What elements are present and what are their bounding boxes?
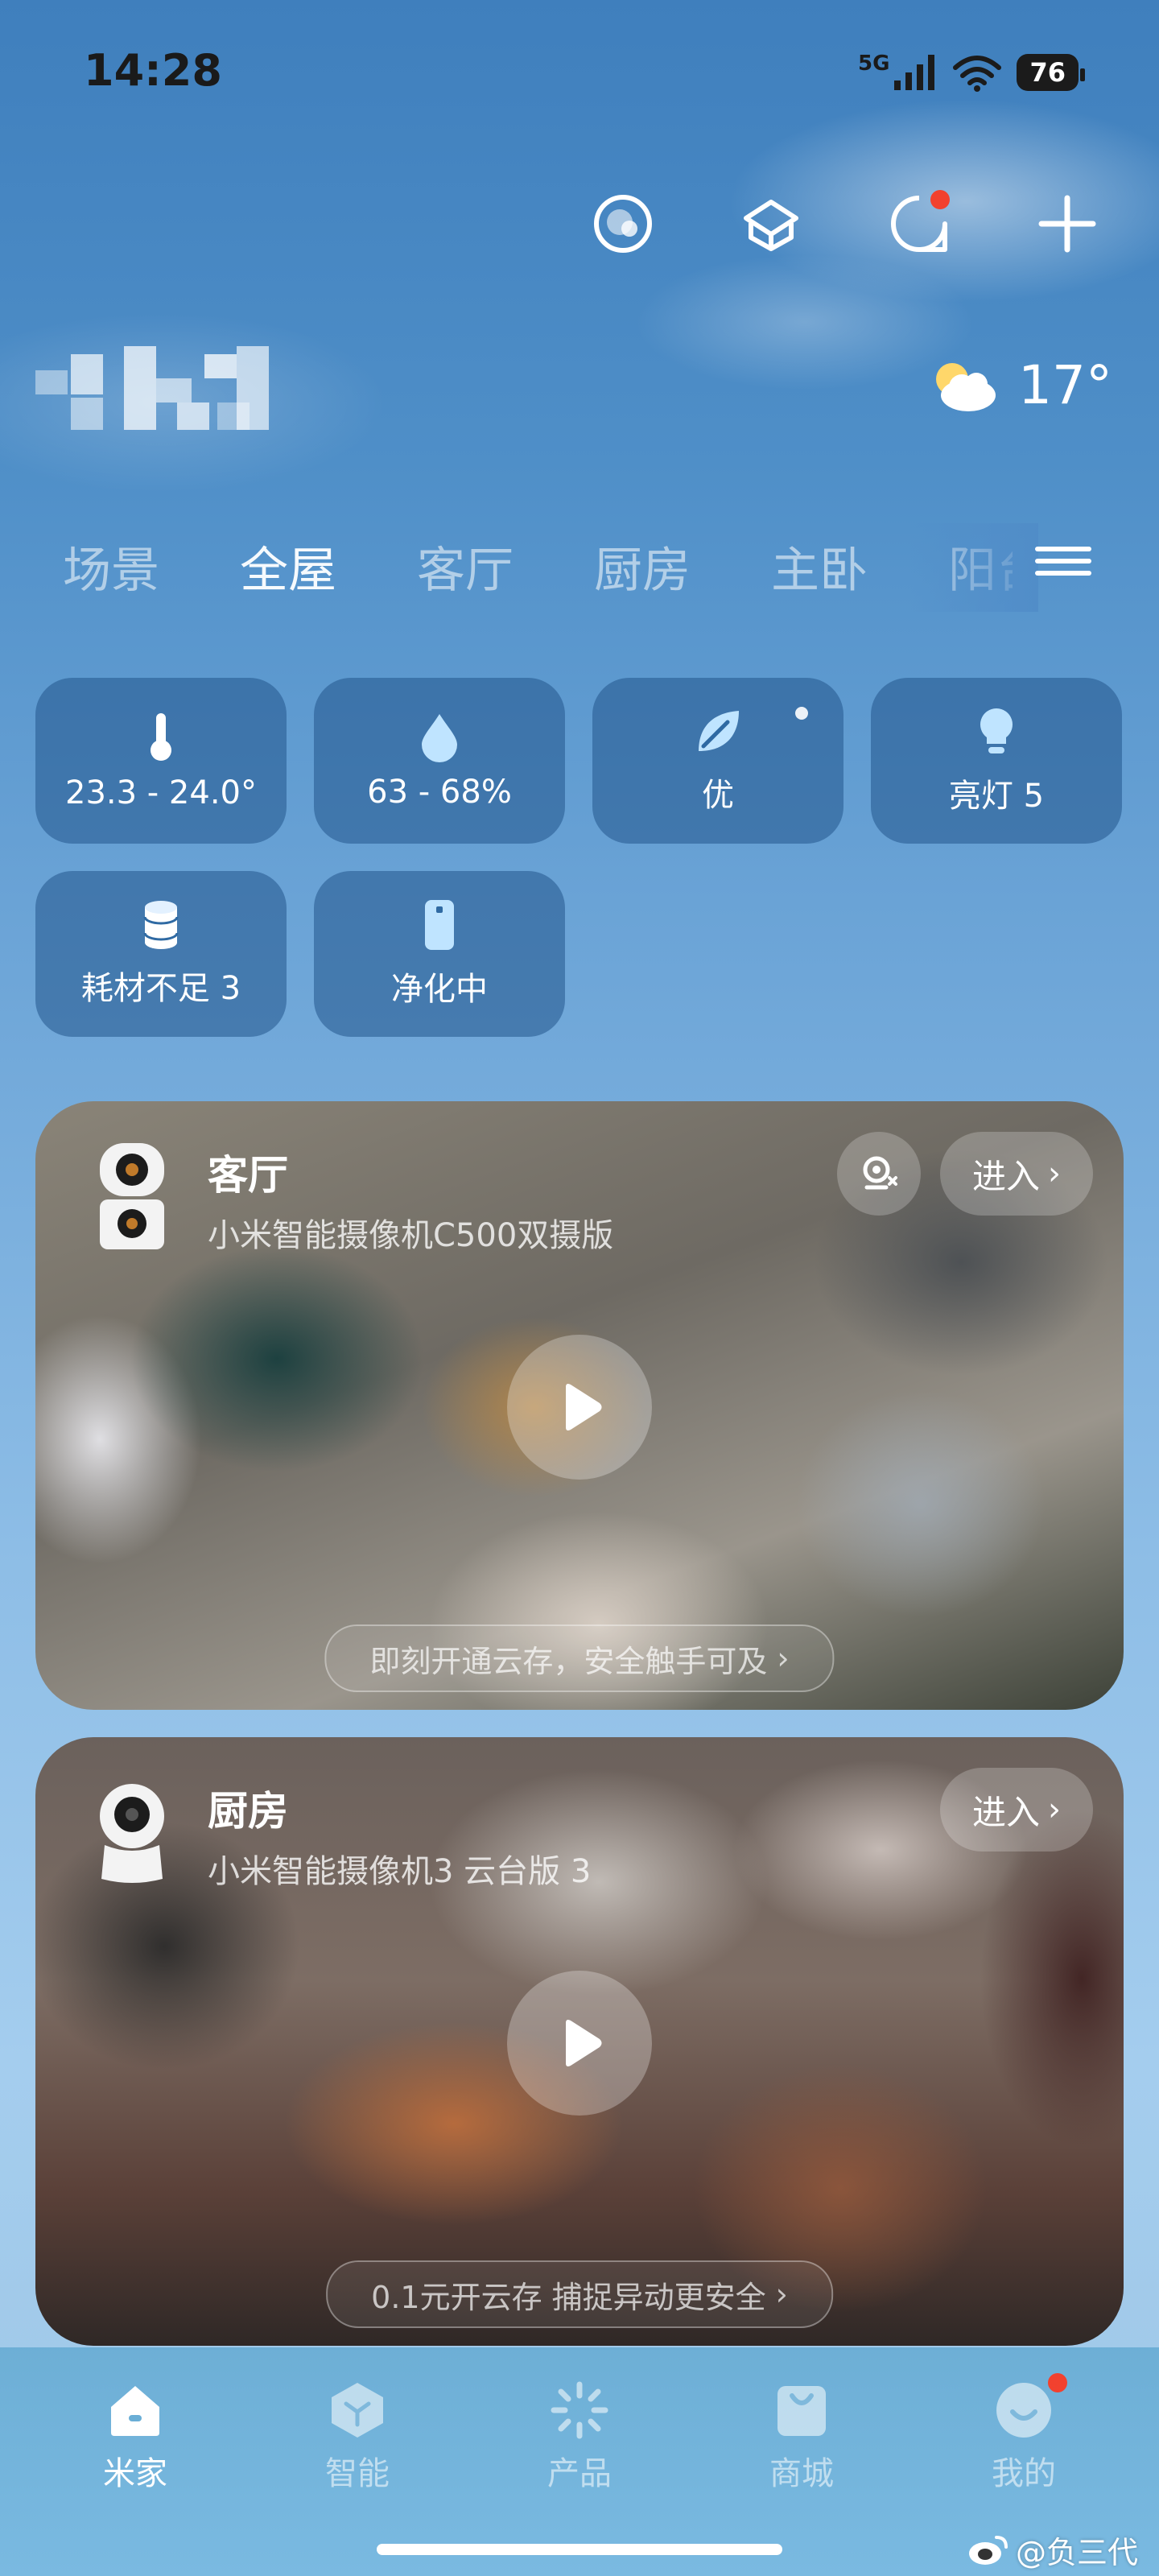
ai-orb-icon [594, 195, 652, 253]
purifier-label: 净化中 [391, 971, 488, 1008]
profile-notification-dot [1048, 2373, 1067, 2392]
chevron-right-icon: › [777, 1641, 790, 1676]
home-name-pixelated[interactable] [35, 346, 277, 435]
messages-button[interactable] [881, 185, 958, 262]
weather-widget[interactable]: 17° [926, 354, 1112, 416]
notification-dot [930, 190, 950, 209]
chevron-right-icon: › [1048, 1791, 1061, 1828]
room-tabs: 场景 全屋 客厅 厨房 主卧 阳台 [63, 531, 1013, 612]
smart-cube-icon [332, 2383, 383, 2438]
tab-kitchen[interactable]: 厨房 [594, 531, 691, 612]
purifier-tile[interactable]: 净化中 [314, 871, 565, 1037]
play-icon [566, 2020, 602, 2066]
camera-card-kitchen[interactable]: 厨房 小米智能摄像机3 云台版 3 进入 › 0.1元开云存 捕捉异动更安全 › [35, 1737, 1124, 2346]
signal-icon [894, 55, 935, 90]
home-icon [111, 2386, 159, 2436]
nav-profile[interactable]: 我的 [943, 2373, 1104, 2494]
air-quality-label: 优 [702, 777, 734, 814]
camera-info: 厨房 小米智能摄像机3 云台版 3 [208, 1776, 591, 1892]
consumables-tile[interactable]: 耗材不足 3 [35, 871, 287, 1037]
air-quality-tile[interactable]: 优 [592, 678, 843, 844]
security-camera-icon [863, 1156, 897, 1190]
nav-shop-label: 商城 [769, 2455, 834, 2492]
tab-master-bedroom[interactable]: 主卧 [771, 531, 868, 612]
camera-alarm-button[interactable] [837, 1132, 921, 1216]
chevron-right-icon: › [1048, 1155, 1061, 1192]
weibo-icon [968, 2535, 1008, 2565]
humidity-tile[interactable]: 63 - 68% [314, 678, 565, 844]
leaf-icon [699, 711, 739, 751]
dual-camera-device-icon [93, 1140, 171, 1253]
temperature-tile[interactable]: 23.3 - 24.0° [35, 678, 287, 844]
play-icon [566, 1384, 602, 1430]
ai-assistant-button[interactable] [584, 185, 662, 262]
purifier-icon [425, 900, 454, 950]
nav-home-label: 米家 [103, 2455, 167, 2492]
enter-label: 进入 [971, 1792, 1040, 1832]
nav-profile-label: 我的 [992, 2455, 1056, 2492]
air-quality-dot [795, 707, 808, 720]
chevron-right-icon: › [775, 2277, 788, 2312]
play-button[interactable] [507, 1971, 652, 2116]
droplet-icon [422, 714, 457, 762]
camera-model-name: 小米智能摄像机3 云台版 3 [208, 1853, 592, 1890]
cylinder-icon [143, 901, 179, 949]
lights-label: 亮灯 5 [948, 778, 1045, 815]
shop-bag-icon [777, 2386, 826, 2436]
home-indicator[interactable] [377, 2544, 782, 2555]
nav-smart[interactable]: 智能 [277, 2380, 438, 2494]
enter-label: 进入 [971, 1156, 1040, 1196]
tab-living-room[interactable]: 客厅 [417, 531, 514, 612]
bulb-icon [980, 708, 1013, 753]
temperature-label: 23.3 - 24.0° [65, 774, 257, 811]
nav-products[interactable]: 产品 [499, 2380, 660, 2494]
lights-tile[interactable]: 亮灯 5 [871, 678, 1122, 844]
thermometer-icon [151, 713, 171, 761]
profile-smile-icon [996, 2383, 1051, 2438]
ptz-camera-device-icon [93, 1776, 171, 1889]
product-sparkle-icon [551, 2381, 608, 2439]
play-button[interactable] [507, 1335, 652, 1480]
camera-info: 客厅 小米智能摄像机C500双摄版 [208, 1140, 613, 1256]
wifi-icon [953, 56, 1002, 92]
room-menu-button[interactable] [1035, 539, 1091, 588]
camera-header: 客厅 小米智能摄像机C500双摄版 [93, 1140, 613, 1256]
top-actions [584, 185, 1106, 262]
cloud-storage-promo[interactable]: 即刻开通云存，安全触手可及 › [324, 1624, 835, 1692]
nav-shop[interactable]: 商城 [721, 2380, 882, 2494]
camera-room-name: 客厅 [208, 1152, 288, 1199]
promo-text: 0.1元开云存 捕捉异动更安全 [371, 2279, 766, 2315]
camera-enter-button[interactable]: 进入 › [940, 1132, 1093, 1216]
network-label: 5G [858, 52, 890, 76]
house-switch-button[interactable] [732, 185, 810, 262]
status-time: 14:28 [84, 45, 222, 96]
partly-cloudy-icon [936, 362, 996, 411]
house-cube-icon [744, 200, 798, 251]
camera-enter-button[interactable]: 进入 › [940, 1768, 1093, 1852]
nav-products-label: 产品 [547, 2455, 612, 2492]
tab-scenes[interactable]: 场景 [63, 531, 159, 612]
camera-header: 厨房 小米智能摄像机3 云台版 3 [93, 1776, 591, 1892]
tab-whole-house[interactable]: 全屋 [240, 531, 336, 612]
nav-smart-label: 智能 [325, 2455, 390, 2492]
nav-home[interactable]: 米家 [55, 2380, 216, 2494]
battery-indicator: 76 [1017, 54, 1085, 91]
status-icons: 5G 76 [858, 48, 1085, 97]
weather-temperature: 17° [1018, 354, 1112, 416]
tabs-fade [909, 523, 1038, 612]
camera-card-living-room[interactable]: 客厅 小米智能摄像机C500双摄版 进入 › 即刻开通云存，安全触手可及 › [35, 1101, 1124, 1710]
camera-model-name: 小米智能摄像机C500双摄版 [208, 1217, 614, 1254]
promo-text: 即刻开通云存，安全触手可及 [369, 1643, 768, 1679]
watermark-text: @负三代 [1015, 2535, 1138, 2570]
watermark: @负三代 [967, 2528, 1138, 2572]
status-bar: 14:28 5G 76 [0, 0, 1159, 145]
humidity-label: 63 - 68% [367, 774, 512, 811]
consumables-label: 耗材不足 3 [80, 970, 241, 1007]
camera-room-name: 厨房 [208, 1788, 288, 1835]
cloud-storage-promo[interactable]: 0.1元开云存 捕捉异动更安全 › [326, 2260, 833, 2328]
plus-icon [1038, 195, 1096, 253]
add-device-button[interactable] [1029, 185, 1106, 262]
